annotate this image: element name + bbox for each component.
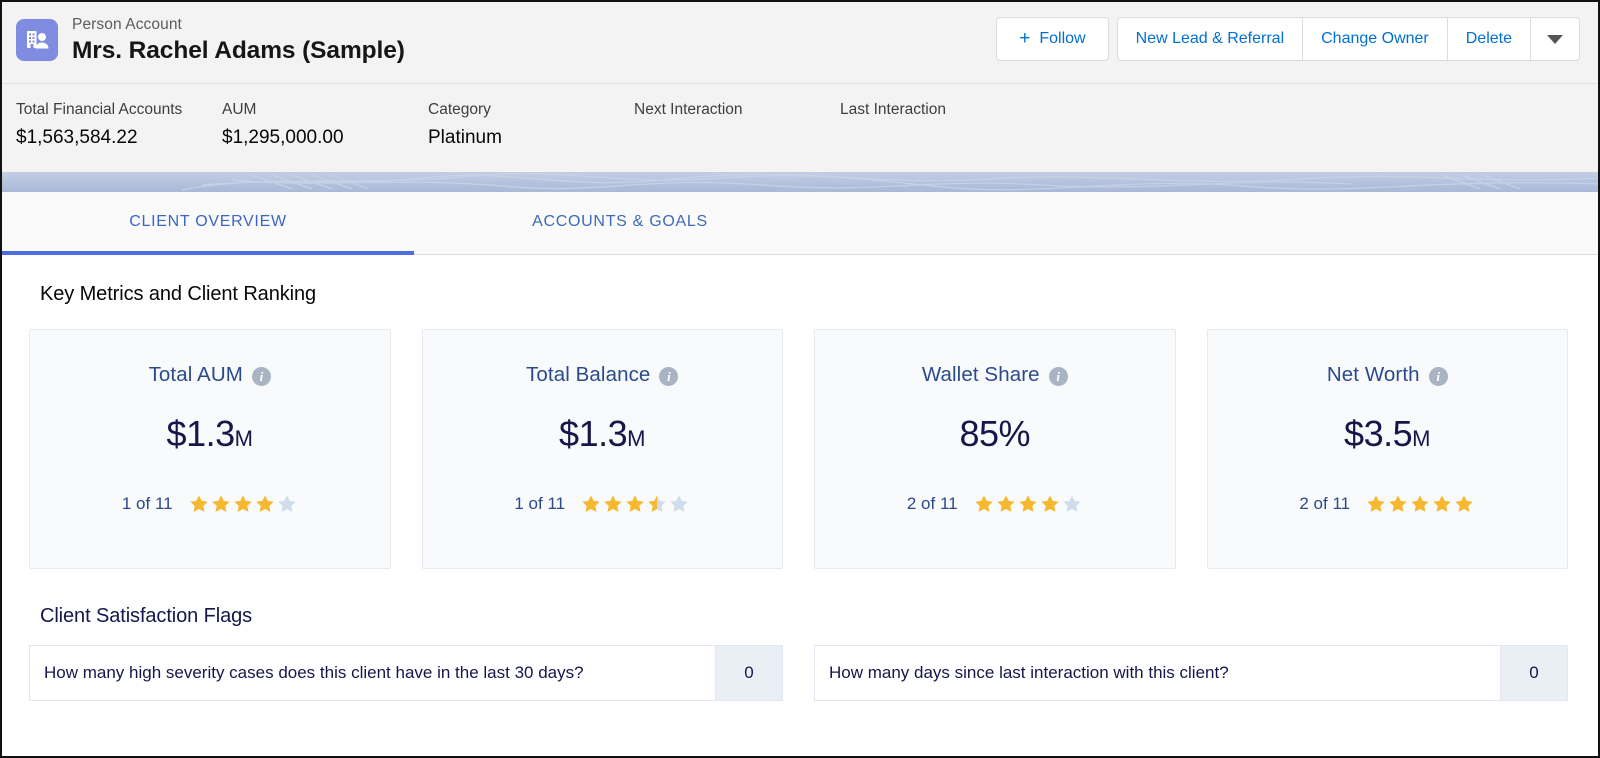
- star-rating: [1365, 493, 1475, 515]
- star-rating: [188, 493, 298, 515]
- metric-value: $1.3M: [559, 416, 645, 452]
- plus-icon: +: [1019, 27, 1031, 49]
- metric-card-header: Total AUM i: [149, 363, 271, 387]
- rank-text: 1 of 11: [514, 494, 566, 513]
- highlight-label: Last Interaction: [840, 101, 946, 118]
- info-icon[interactable]: i: [1048, 366, 1068, 386]
- metric-card-total-balance: Total Balance i $1.3M 1 of 11: [421, 329, 783, 569]
- tab-client-overview[interactable]: CLIENT OVERVIEW: [2, 193, 414, 255]
- follow-button[interactable]: + Follow: [996, 17, 1109, 61]
- follow-button-label: Follow: [1039, 30, 1086, 47]
- metric-card-header: Wallet Share i: [922, 363, 1068, 387]
- metric-value-suffix: M: [234, 426, 253, 451]
- rank-text: 2 of 11: [906, 494, 958, 513]
- decorative-banner-strip: [2, 172, 1598, 192]
- metric-card-net-worth: Net Worth i $3.5M 2 of 11: [1206, 329, 1568, 569]
- metric-value: $1.3M: [167, 416, 253, 452]
- page-title: Mrs. Rachel Adams (Sample): [72, 36, 405, 64]
- highlight-value: $1,563,584.22: [16, 127, 138, 148]
- highlight-label: Next Interaction: [634, 101, 743, 118]
- metric-label: Net Worth: [1326, 363, 1420, 386]
- delete-button[interactable]: Delete: [1447, 17, 1531, 61]
- satisfaction-flag-card: How many high severity cases does this c…: [29, 645, 783, 701]
- metric-value-number: $3.5: [1344, 413, 1413, 454]
- info-icon[interactable]: i: [251, 366, 271, 386]
- satisfaction-flag-question: How many high severity cases does this c…: [44, 663, 584, 682]
- record-action-bar: + Follow New Lead & Referral Change Owne…: [996, 17, 1580, 61]
- metric-card-header: Net Worth i: [1327, 363, 1448, 387]
- highlight-field: Category Platinum: [428, 101, 634, 172]
- highlight-label: Total Financial Accounts: [16, 101, 183, 118]
- metric-ranking: 1 of 11: [514, 493, 690, 515]
- metric-value-number: $1.3: [166, 413, 236, 454]
- satisfaction-flag-question: How many days since last interaction wit…: [829, 663, 1229, 682]
- satisfaction-flag-card: How many days since last interaction wit…: [814, 645, 1568, 701]
- highlight-field: Last Interaction: [840, 101, 1046, 172]
- metric-card-wallet-share: Wallet Share i 85% 2 of 11: [814, 329, 1176, 569]
- rank-text: 2 of 11: [1299, 494, 1351, 513]
- highlight-field: AUM $1,295,000.00: [222, 101, 428, 172]
- salesforce-record-page: Person Account Mrs. Rachel Adams (Sample…: [0, 0, 1600, 758]
- metric-value: $3.5M: [1344, 416, 1430, 452]
- tab-accounts-and-goals[interactable]: ACCOUNTS & GOALS: [414, 193, 826, 255]
- metric-card-total-aum: Total AUM i $1.3M 1 of 11: [29, 329, 391, 569]
- info-icon[interactable]: i: [659, 366, 679, 386]
- satisfaction-flag-value: 0: [1500, 646, 1567, 700]
- more-actions-button[interactable]: [1531, 17, 1580, 61]
- record-action-button-group: New Lead & Referral Change Owner Delete: [1116, 17, 1580, 61]
- star-rating: [973, 493, 1083, 515]
- highlights-panel: Total Financial Accounts $1,563,584.22 A…: [2, 84, 1598, 172]
- metric-value-suffix: M: [627, 426, 646, 451]
- metric-label: Wallet Share: [921, 363, 1040, 386]
- metric-value-number: $1.3: [559, 413, 628, 454]
- key-metrics-section-title: Key Metrics and Client Ranking: [40, 283, 317, 305]
- rank-text: 1 of 11: [121, 494, 173, 513]
- tab-panel-client-overview: Key Metrics and Client Ranking Total AUM…: [2, 255, 1598, 701]
- record-header-identity: Person Account Mrs. Rachel Adams (Sample…: [16, 16, 405, 63]
- person-account-icon: [16, 19, 58, 61]
- highlight-value: $1,295,000.00: [222, 127, 344, 148]
- metric-value-suffix: M: [1412, 426, 1431, 451]
- highlight-label: AUM: [222, 101, 257, 118]
- highlight-label: Category: [428, 101, 491, 118]
- metric-card-header: Total Balance i: [526, 363, 679, 387]
- metric-label: Total Balance: [526, 363, 651, 386]
- record-header: Person Account Mrs. Rachel Adams (Sample…: [2, 2, 1598, 84]
- metric-ranking: 2 of 11: [1299, 493, 1475, 515]
- record-type-label: Person Account: [72, 16, 182, 33]
- satisfaction-flag-value: 0: [715, 646, 782, 700]
- highlight-value: Platinum: [428, 127, 502, 148]
- new-lead-referral-button[interactable]: New Lead & Referral: [1116, 17, 1304, 61]
- record-title-block: Person Account Mrs. Rachel Adams (Sample…: [72, 16, 405, 63]
- metric-value-number: 85%: [959, 413, 1031, 454]
- satisfaction-flags-section-title: Client Satisfaction Flags: [40, 605, 253, 627]
- highlight-field: Next Interaction: [634, 101, 840, 172]
- star-rating: [580, 493, 690, 515]
- tab-bar: CLIENT OVERVIEW ACCOUNTS & GOALS: [2, 192, 1598, 255]
- metric-ranking: 2 of 11: [907, 493, 1083, 515]
- metric-label: Total AUM: [148, 363, 243, 386]
- satisfaction-flags-row: How many high severity cases does this c…: [2, 628, 1598, 701]
- chevron-down-icon: [1547, 34, 1563, 44]
- change-owner-button[interactable]: Change Owner: [1303, 17, 1448, 61]
- metric-value: 85%: [959, 416, 1030, 452]
- highlight-field: Total Financial Accounts $1,563,584.22: [16, 101, 222, 172]
- key-metrics-card-row: Total AUM i $1.3M 1 of 11 Total Balance …: [2, 306, 1598, 569]
- info-icon[interactable]: i: [1428, 366, 1448, 386]
- metric-ranking: 1 of 11: [122, 493, 298, 515]
